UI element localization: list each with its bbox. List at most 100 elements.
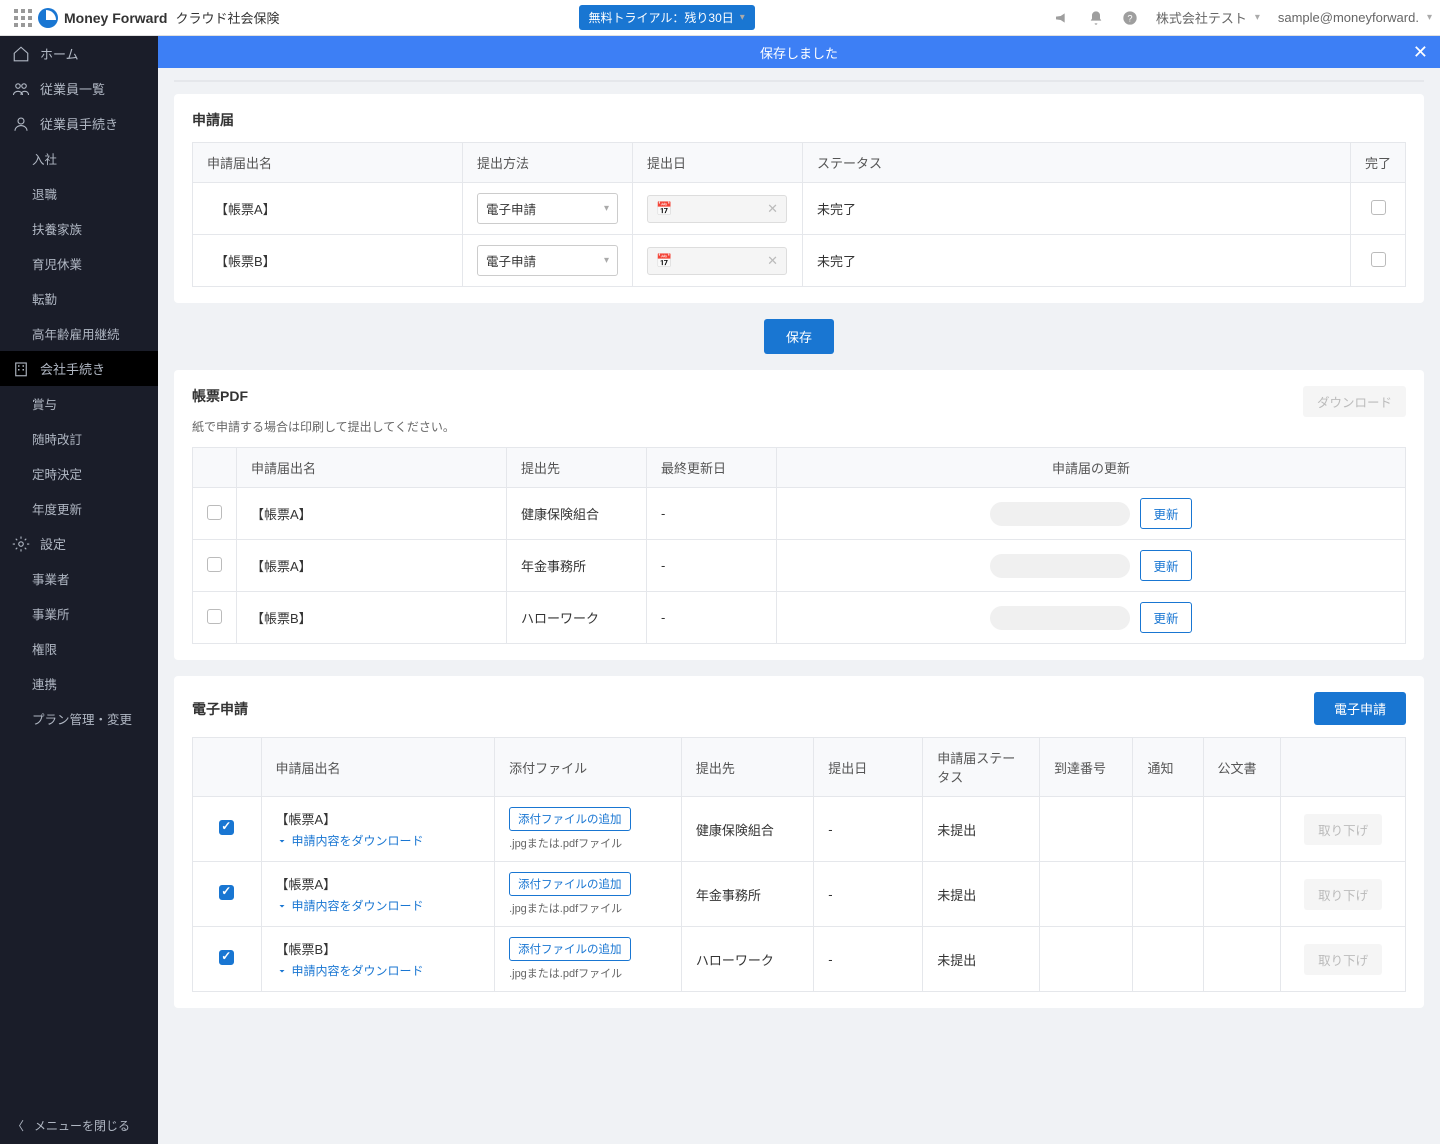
product-logo[interactable]: Money Forward クラウド社会保険 <box>38 8 279 28</box>
cell-name: 【帳票B】 <box>193 235 463 287</box>
attach-button[interactable]: 添付ファイルの追加 <box>509 807 631 831</box>
user-selector[interactable]: sample@moneyforward. ▾ <box>1278 10 1432 25</box>
row-checkbox[interactable] <box>207 505 222 520</box>
th-name: 申請届出名 <box>193 143 463 183</box>
cell-name: 【帳票A】 申請内容をダウンロード <box>261 797 495 862</box>
method-select[interactable]: 電子申請▾ <box>477 245 618 276</box>
cell-notice <box>1133 797 1203 862</box>
eapply-button[interactable]: 電子申請 <box>1314 692 1406 725</box>
save-button[interactable]: 保存 <box>764 319 834 354</box>
row-checkbox[interactable] <box>219 950 234 965</box>
method-select[interactable]: 電子申請▾ <box>477 193 618 224</box>
table-row: 【帳票B】 電子申請▾ 📅✕ 未完了 <box>193 235 1406 287</box>
sidebar-sub-shouyo[interactable]: 賞与 <box>0 386 158 421</box>
person-icon <box>12 115 30 133</box>
help-icon[interactable]: ? <box>1122 10 1138 26</box>
people-icon <box>12 80 30 98</box>
cell-name: 【帳票B】 申請内容をダウンロード <box>261 927 495 992</box>
cell-date: - <box>647 488 777 540</box>
clear-icon: ✕ <box>767 253 778 269</box>
gear-icon <box>12 535 30 553</box>
th-complete: 完了 <box>1351 143 1406 183</box>
th-name: 申請届出名 <box>261 738 495 797</box>
update-button[interactable]: 更新 <box>1140 550 1191 581</box>
save-notification: 保存しました ✕ <box>158 36 1440 68</box>
date-input[interactable]: 📅✕ <box>647 247 787 275</box>
table-row: 【帳票A】 健康保険組合 - 更新 <box>193 488 1406 540</box>
cell-attach: 添付ファイルの追加 .jpgまたは.pdfファイル <box>495 862 682 927</box>
table-row: 【帳票A】 電子申請▾ 📅✕ 未完了 <box>193 183 1406 235</box>
sidebar-sub-plan[interactable]: プラン管理・変更 <box>0 701 158 736</box>
sidebar-sub-ikuji[interactable]: 育児休業 <box>0 246 158 281</box>
sidebar-sub-fuyou[interactable]: 扶養家族 <box>0 211 158 246</box>
apps-grid-icon[interactable] <box>8 9 26 27</box>
date-input[interactable]: 📅✕ <box>647 195 787 223</box>
bell-icon[interactable] <box>1088 10 1104 26</box>
table-row: 【帳票B】 ハローワーク - 更新 <box>193 592 1406 644</box>
sidebar-sub-nyusha[interactable]: 入社 <box>0 141 158 176</box>
sidebar-item-employees[interactable]: 従業員一覧 <box>0 71 158 106</box>
attach-button[interactable]: 添付ファイルの追加 <box>509 872 631 896</box>
sidebar-sub-renkei[interactable]: 連携 <box>0 666 158 701</box>
file-hint: .jpgまたは.pdfファイル <box>509 965 667 981</box>
card-title: 帳票PDF <box>192 386 455 406</box>
row-checkbox[interactable] <box>219 820 234 835</box>
download-icon <box>276 965 288 977</box>
attach-button[interactable]: 添付ファイルの追加 <box>509 937 631 961</box>
sidebar-sub-zuiji[interactable]: 随時改訂 <box>0 421 158 456</box>
download-link[interactable]: 申請内容をダウンロード <box>276 962 481 979</box>
complete-checkbox[interactable] <box>1371 252 1386 267</box>
clear-icon: ✕ <box>767 201 778 217</box>
eapply-card: 電子申請 電子申請 申請届出名 添付ファイル 提出先 提出日 申請届ステータス … <box>174 676 1424 1008</box>
update-button[interactable]: 更新 <box>1140 498 1191 529</box>
sidebar-collapse[interactable]: 〈 メニューを閉じる <box>0 1107 158 1144</box>
th-attach: 添付ファイル <box>495 738 682 797</box>
update-button[interactable]: 更新 <box>1140 602 1191 633</box>
download-link[interactable]: 申請内容をダウンロード <box>276 897 481 914</box>
close-icon[interactable]: ✕ <box>1413 42 1428 63</box>
cell-dest: ハローワーク <box>507 592 647 644</box>
trial-button[interactable]: 無料トライアル：残り30日 ▾ <box>579 5 755 30</box>
sidebar-sub-taishoku[interactable]: 退職 <box>0 176 158 211</box>
cell-date: - <box>814 797 923 862</box>
megaphone-icon[interactable] <box>1054 10 1070 26</box>
sidebar: ホーム 従業員一覧 従業員手続き 入社 退職 扶養家族 育児休業 転勤 高年齢雇… <box>0 36 158 1144</box>
sidebar-item-company-proc[interactable]: 会社手続き <box>0 351 158 386</box>
divider <box>174 80 1424 82</box>
calendar-icon: 📅 <box>656 253 672 269</box>
sidebar-item-settings[interactable]: 設定 <box>0 526 158 561</box>
row-checkbox[interactable] <box>207 609 222 624</box>
complete-checkbox[interactable] <box>1371 200 1386 215</box>
sidebar-item-emp-proc[interactable]: 従業員手続き <box>0 106 158 141</box>
cell-status: 未提出 <box>923 797 1040 862</box>
download-link[interactable]: 申請内容をダウンロード <box>276 832 481 849</box>
sidebar-sub-jigyousho[interactable]: 事業所 <box>0 596 158 631</box>
sidebar-sub-kounen[interactable]: 高年齢雇用継続 <box>0 316 158 351</box>
row-checkbox[interactable] <box>219 885 234 900</box>
sidebar-sub-jigyousha[interactable]: 事業者 <box>0 561 158 596</box>
download-icon <box>276 900 288 912</box>
user-email: sample@moneyforward. <box>1278 10 1419 25</box>
row-checkbox[interactable] <box>207 557 222 572</box>
sidebar-sub-tenkin[interactable]: 転勤 <box>0 281 158 316</box>
download-icon <box>276 835 288 847</box>
th-check <box>193 738 262 797</box>
company-selector[interactable]: 株式会社テスト ▾ <box>1156 8 1260 27</box>
download-button: ダウンロード <box>1303 386 1406 417</box>
cell-attach: 添付ファイルの追加 .jpgまたは.pdfファイル <box>495 797 682 862</box>
chevron-left-icon: 〈 <box>12 1117 24 1134</box>
th-updated: 最終更新日 <box>647 448 777 488</box>
th-update: 申請届の更新 <box>777 448 1406 488</box>
sidebar-sub-teiji[interactable]: 定時決定 <box>0 456 158 491</box>
table-row: 【帳票A】 申請内容をダウンロード 添付ファイルの追加 .jpgまたは.pdfフ… <box>193 862 1406 927</box>
th-check <box>193 448 237 488</box>
sidebar-label: 設定 <box>40 534 66 553</box>
cell-dest: 年金事務所 <box>681 862 813 927</box>
sidebar-sub-kengen[interactable]: 権限 <box>0 631 158 666</box>
sidebar-sub-nendo[interactable]: 年度更新 <box>0 491 158 526</box>
sidebar-item-home[interactable]: ホーム <box>0 36 158 71</box>
chevron-down-icon: ▾ <box>740 12 745 23</box>
progress-pill <box>990 606 1130 630</box>
sidebar-label: ホーム <box>40 44 79 63</box>
cell-dest: 年金事務所 <box>507 540 647 592</box>
